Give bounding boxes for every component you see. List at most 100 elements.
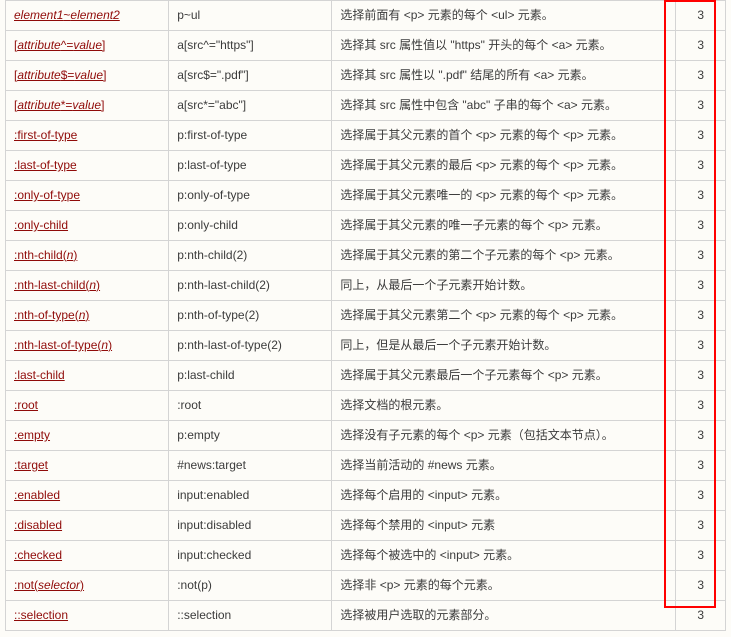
table-row: [attribute^=value]a[src^="https"]选择其 src… [6,31,726,61]
description-cell: 选择当前活动的 #news 元素。 [332,451,676,481]
table-row: :first-of-typep:first-of-type选择属于其父元素的首个… [6,121,726,151]
selector-link[interactable]: :last-of-type [14,158,77,172]
table-row: :only-of-typep:only-of-type选择属于其父元素唯一的 <… [6,181,726,211]
css-version-cell: 3 [676,331,726,361]
selector-cell: :enabled [6,481,169,511]
selector-cell: :root [6,391,169,421]
selector-link[interactable]: :first-of-type [14,128,77,142]
description-cell: 选择属于其父元素的最后 <p> 元素的每个 <p> 元素。 [332,151,676,181]
css-version-cell: 3 [676,181,726,211]
example-cell: p~ul [169,1,332,31]
description-cell: 同上，从最后一个子元素开始计数。 [332,271,676,301]
selector-link[interactable]: :nth-child(n) [14,248,77,262]
example-cell: input:checked [169,541,332,571]
example-cell: :root [169,391,332,421]
selectors-table: element1~element2p~ul选择前面有 <p> 元素的每个 <ul… [5,0,726,631]
selector-cell: :last-of-type [6,151,169,181]
css-version-cell: 3 [676,241,726,271]
table-row: :empty p:empty选择没有子元素的每个 <p> 元素（包括文本节点）。3 [6,421,726,451]
example-cell: p:nth-last-child(2) [169,271,332,301]
table-row: element1~element2p~ul选择前面有 <p> 元素的每个 <ul… [6,1,726,31]
selector-cell: :nth-of-type(n) [6,301,169,331]
selector-cell: :nth-child(n) [6,241,169,271]
css-version-cell: 3 [676,511,726,541]
table-row: :nth-of-type(n)p:nth-of-type(2)选择属于其父元素第… [6,301,726,331]
example-cell: p:last-child [169,361,332,391]
table-row: ::selection::selection选择被用户选取的元素部分。3 [6,601,726,631]
selector-link[interactable]: element1~element2 [14,8,120,22]
css-version-cell: 3 [676,211,726,241]
example-cell: :not(p) [169,571,332,601]
table-row: :last-of-typep:last-of-type选择属于其父元素的最后 <… [6,151,726,181]
selector-link[interactable]: [attribute$=value] [14,68,106,82]
selector-link[interactable]: :only-of-type [14,188,80,202]
example-cell: p:only-of-type [169,181,332,211]
description-cell: 选择文档的根元素。 [332,391,676,421]
table-row: :last-child p:last-child选择属于其父元素最后一个子元素每个… [6,361,726,391]
selector-link[interactable]: :disabled [14,518,62,532]
example-cell: input:disabled [169,511,332,541]
description-cell: 选择没有子元素的每个 <p> 元素（包括文本节点）。 [332,421,676,451]
css-version-cell: 3 [676,451,726,481]
description-cell: 选择被用户选取的元素部分。 [332,601,676,631]
selector-link[interactable]: :nth-last-child(n) [14,278,100,292]
table-row: :not(selector):not(p)选择非 <p> 元素的每个元素。3 [6,571,726,601]
selector-cell: :checked [6,541,169,571]
selector-link[interactable]: :last-child [14,368,65,382]
example-cell: p:nth-last-of-type(2) [169,331,332,361]
table-row: [attribute$=value] a[src$=".pdf"]选择其 src … [6,61,726,91]
selector-link[interactable]: [attribute^=value] [14,38,105,52]
css-version-cell: 3 [676,571,726,601]
selector-link[interactable]: :target [14,458,48,472]
selector-link[interactable]: :empty [14,428,50,442]
selector-link[interactable]: :root [14,398,38,412]
selector-link[interactable]: :checked [14,548,62,562]
css-version-cell: 3 [676,31,726,61]
selector-cell: ::selection [6,601,169,631]
selector-link[interactable]: :only-child [14,218,68,232]
selector-cell: :disabled [6,511,169,541]
selectors-reference: element1~element2p~ul选择前面有 <p> 元素的每个 <ul… [0,0,731,637]
css-version-cell: 3 [676,541,726,571]
table-row: :enabledinput:enabled选择每个启用的 <input> 元素。… [6,481,726,511]
selector-link[interactable]: [attribute*=value] [14,98,104,112]
css-version-cell: 3 [676,421,726,451]
selector-link[interactable]: :not(selector) [14,578,84,592]
selector-cell: :only-of-type [6,181,169,211]
selector-link[interactable]: :nth-last-of-type(n) [14,338,112,352]
example-cell: p:nth-child(2) [169,241,332,271]
example-cell: #news:target [169,451,332,481]
css-version-cell: 3 [676,121,726,151]
description-cell: 选择每个启用的 <input> 元素。 [332,481,676,511]
description-cell: 选择其 src 属性值以 "https" 开头的每个 <a> 元素。 [332,31,676,61]
css-version-cell: 3 [676,481,726,511]
description-cell: 选择其 src 属性以 ".pdf" 结尾的所有 <a> 元素。 [332,61,676,91]
selector-cell: :only-child [6,211,169,241]
css-version-cell: 3 [676,601,726,631]
selector-cell: [attribute$=value] [6,61,169,91]
description-cell: 选择每个被选中的 <input> 元素。 [332,541,676,571]
selector-cell: :nth-last-child(n) [6,271,169,301]
description-cell: 选择属于其父元素最后一个子元素每个 <p> 元素。 [332,361,676,391]
table-row: :only-child p:only-child选择属于其父元素的唯一子元素的每个… [6,211,726,241]
example-cell: p:empty [169,421,332,451]
description-cell: 选择每个禁用的 <input> 元素 [332,511,676,541]
selector-link[interactable]: :enabled [14,488,60,502]
table-row: :checked input:checked选择每个被选中的 <input> 元素… [6,541,726,571]
description-cell: 同上，但是从最后一个子元素开始计数。 [332,331,676,361]
description-cell: 选择属于其父元素的第二个子元素的每个 <p> 元素。 [332,241,676,271]
table-row: :disabled input:disabled选择每个禁用的 <input> 元… [6,511,726,541]
selector-link[interactable]: :nth-of-type(n) [14,308,89,322]
selector-cell: :target [6,451,169,481]
description-cell: 选择其 src 属性中包含 "abc" 子串的每个 <a> 元素。 [332,91,676,121]
example-cell: ::selection [169,601,332,631]
css-version-cell: 3 [676,1,726,31]
example-cell: p:nth-of-type(2) [169,301,332,331]
table-row: [attribute*=value] a[src*="abc"]选择其 src 属… [6,91,726,121]
selector-cell: :empty [6,421,169,451]
example-cell: a[src$=".pdf"] [169,61,332,91]
selector-link[interactable]: ::selection [14,608,68,622]
example-cell: p:only-child [169,211,332,241]
description-cell: 选择属于其父元素的唯一子元素的每个 <p> 元素。 [332,211,676,241]
example-cell: a[src*="abc"] [169,91,332,121]
